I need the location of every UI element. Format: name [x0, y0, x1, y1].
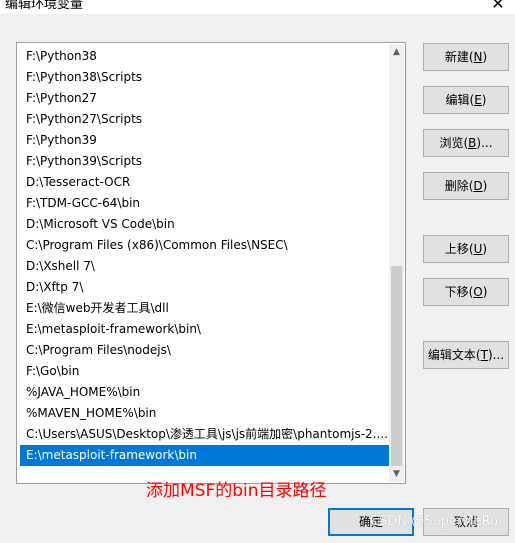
path-list-item[interactable]: F:\Python27\Scripts — [20, 109, 389, 130]
move-down-button-key: O — [473, 285, 483, 299]
edit-button-label: 编辑( — [445, 93, 475, 107]
title-bar: 编辑环境变量 ✕ — [0, 0, 515, 14]
scroll-down-icon[interactable]: ▼ — [389, 466, 404, 482]
path-list-item[interactable]: D:\Xshell 7\ — [20, 256, 389, 277]
edit-env-var-dialog: 编辑环境变量 ✕ F:\Python38 F:\Python38\Scripts F… — [0, 0, 515, 543]
edit-text-button-label: 编辑文本( — [427, 348, 481, 362]
path-list-item[interactable]: C:\Program Files (x86)\Common Files\NSEC… — [20, 235, 389, 256]
path-list-item[interactable]: F:\Go\bin — [20, 361, 389, 382]
ok-button[interactable]: 确定 — [328, 508, 414, 536]
annotation-text: 添加MSF的bin目录路径 — [146, 481, 327, 501]
new-button-label: 新建( — [444, 50, 474, 64]
new-button[interactable]: 新建(N) — [423, 43, 509, 71]
move-up-button-label: 上移( — [444, 242, 474, 256]
path-list-item[interactable]: E:\微信web开发者工具\dll — [20, 298, 389, 319]
cancel-button[interactable]: 取消 — [423, 508, 509, 536]
path-list-item[interactable]: C:\Program Files\nodejs\ — [20, 340, 389, 361]
path-list-item[interactable]: %MAVEN_HOME%\bin — [20, 403, 389, 424]
path-list-item[interactable]: D:\Microsoft VS Code\bin — [20, 214, 389, 235]
delete-button-key: D — [473, 179, 483, 193]
path-list: F:\Python38 F:\Python38\Scripts F:\Python2… — [20, 46, 389, 466]
edit-text-button[interactable]: 编辑文本(T)... — [423, 341, 509, 369]
delete-button-label: 删除( — [444, 179, 474, 193]
window-title: 编辑环境变量 — [5, 0, 84, 12]
path-list-item[interactable]: D:\Xftp 7\ — [20, 277, 389, 298]
move-up-button-close: ) — [482, 242, 488, 256]
vertical-scrollbar[interactable]: ▲ ▼ — [389, 44, 404, 482]
move-up-button[interactable]: 上移(U) — [423, 235, 509, 263]
edit-text-button-close: )... — [487, 348, 505, 362]
browse-button-label: 浏览( — [439, 136, 469, 150]
delete-button-close: ) — [482, 179, 488, 193]
path-list-item[interactable]: E:\metasploit-framework\bin\ — [20, 319, 389, 340]
move-down-button-close: ) — [482, 285, 488, 299]
path-list-item[interactable]: F:\TDM-GCC-64\bin — [20, 193, 389, 214]
close-icon[interactable]: ✕ — [487, 0, 509, 14]
delete-button[interactable]: 删除(D) — [423, 172, 509, 200]
scroll-thumb[interactable] — [391, 266, 402, 466]
path-list-item[interactable]: E:\metasploit-framework\bin — [20, 445, 389, 466]
edit-button-close: ) — [481, 93, 487, 107]
path-list-item[interactable]: F:\Python39 — [20, 130, 389, 151]
edit-text-button-key: T — [480, 348, 488, 362]
move-down-button[interactable]: 下移(O) — [423, 278, 509, 306]
path-list-item[interactable]: C:\Users\ASUS\Desktop\渗透工具\js\js前端加密\pha… — [20, 424, 389, 445]
path-list-item[interactable]: F:\Python38\Scripts — [20, 67, 389, 88]
path-list-item[interactable]: F:\Python39\Scripts — [20, 151, 389, 172]
move-down-button-label: 下移( — [444, 285, 474, 299]
browse-button-close: )... — [476, 136, 493, 150]
scroll-up-icon[interactable]: ▲ — [389, 44, 404, 60]
browse-button[interactable]: 浏览(B)... — [423, 129, 509, 157]
path-list-item[interactable]: D:\Tesseract-OCR — [20, 172, 389, 193]
edit-button-key: E — [474, 93, 482, 107]
path-list-item[interactable]: F:\Python27 — [20, 88, 389, 109]
edit-button[interactable]: 编辑(E) — [423, 86, 509, 114]
path-list-item[interactable]: F:\Python38 — [20, 46, 389, 67]
path-listbox[interactable]: F:\Python38 F:\Python38\Scripts F:\Python2… — [16, 42, 406, 484]
new-button-close: ) — [482, 50, 488, 64]
path-list-item[interactable]: %JAVA_HOME%\bin — [20, 382, 389, 403]
